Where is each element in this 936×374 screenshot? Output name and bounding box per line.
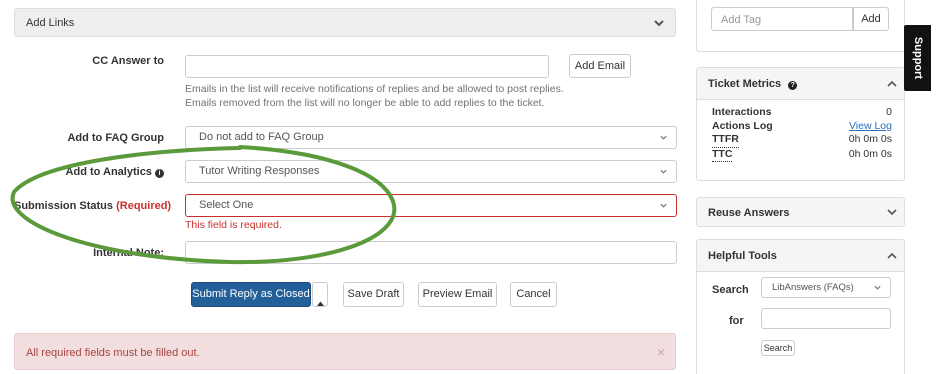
- chevron-down-icon[interactable]: [653, 17, 665, 29]
- metrics-row: TTFR 0h 0m 0s: [712, 133, 892, 148]
- metric-value: 0h 0m 0s: [848, 133, 892, 145]
- chevron-down-icon: [659, 167, 671, 179]
- add-email-button[interactable]: Add Email: [569, 54, 631, 78]
- submission-status-label: Submission Status: [14, 200, 114, 212]
- helpful-tools-panel: Helpful Tools Search LibAnswers (FAQs) f…: [696, 239, 905, 374]
- caret-up-icon: [317, 292, 324, 314]
- analytics-label-row: Add to Analytics i: [30, 166, 164, 178]
- internal-note-label: Internal Note:: [93, 247, 164, 259]
- faq-group-selected: Do not add to FAQ Group: [199, 131, 324, 143]
- info-circle-icon[interactable]: i: [155, 169, 164, 178]
- support-tab-label: Support: [911, 36, 924, 80]
- helpful-tools-title: Helpful Tools: [708, 250, 777, 262]
- tag-panel: Add Tag Add: [696, 0, 905, 52]
- cc-help-line-1: Emails in the list will receive notifica…: [185, 83, 564, 95]
- chevron-down-icon: [873, 283, 885, 295]
- cc-email-input[interactable]: [185, 55, 549, 78]
- add-links-panel[interactable]: Add Links: [14, 8, 676, 37]
- search-for-input[interactable]: [761, 308, 891, 329]
- metrics-list: Interactions 0 Actions Log View Log TTFR…: [712, 106, 892, 162]
- metrics-row: Actions Log View Log: [712, 120, 892, 134]
- analytics-label: Add to Analytics: [65, 166, 152, 178]
- chevron-down-icon[interactable]: [886, 206, 898, 218]
- view-log-link[interactable]: View Log: [849, 120, 892, 134]
- search-label: Search: [712, 284, 749, 296]
- close-icon[interactable]: ×: [657, 344, 665, 360]
- chevron-up-icon[interactable]: [886, 78, 898, 90]
- helpful-tools-header[interactable]: Helpful Tools: [697, 240, 904, 272]
- question-circle-icon[interactable]: ?: [788, 81, 798, 90]
- add-links-title: Add Links: [26, 17, 75, 29]
- analytics-select[interactable]: Tutor Writing Responses: [185, 160, 677, 183]
- required-marker: (Required): [116, 200, 172, 212]
- save-draft-button[interactable]: Save Draft: [343, 282, 404, 307]
- support-tab[interactable]: Support: [904, 25, 931, 91]
- metric-label: TTFR: [712, 133, 739, 148]
- analytics-selected: Tutor Writing Responses: [199, 165, 320, 177]
- add-tag-button[interactable]: Add: [853, 7, 889, 31]
- metric-value: 0h 0m 0s: [848, 147, 892, 160]
- metric-value: 0: [886, 106, 892, 118]
- submission-status-selected: Select One: [199, 199, 254, 211]
- reuse-answers-title: Reuse Answers: [708, 207, 790, 219]
- submission-status-error: This field is required.: [185, 219, 282, 231]
- cc-help-line-2: Emails removed from the list will no lon…: [185, 97, 545, 109]
- preview-email-button[interactable]: Preview Email: [418, 282, 497, 307]
- ticket-metrics-title: Ticket Metrics ?: [708, 78, 798, 90]
- add-tag-input[interactable]: Add Tag: [711, 7, 853, 31]
- chevron-up-icon[interactable]: [886, 250, 898, 262]
- ticket-metrics-header[interactable]: Ticket Metrics ?: [697, 68, 904, 100]
- reuse-answers-panel[interactable]: Reuse Answers: [696, 197, 905, 227]
- submit-options-toggle[interactable]: [312, 282, 328, 307]
- metric-label: Actions Log: [712, 119, 773, 132]
- metrics-row: TTC 0h 0m 0s: [712, 147, 892, 162]
- submission-status-select[interactable]: Select One: [185, 194, 677, 217]
- cancel-button[interactable]: Cancel: [510, 282, 557, 307]
- add-tag-placeholder: Add Tag: [721, 14, 762, 26]
- metrics-row: Interactions 0: [712, 106, 892, 120]
- faq-group-select[interactable]: Do not add to FAQ Group: [185, 126, 677, 149]
- alert-message: All required fields must be filled out.: [26, 347, 200, 359]
- internal-note-input[interactable]: [185, 241, 677, 264]
- submit-reply-closed-button[interactable]: Submit Reply as Closed: [191, 282, 311, 307]
- metric-label: Interactions: [712, 106, 772, 118]
- ticket-metrics-panel: Ticket Metrics ? Interactions 0 Actions …: [696, 67, 905, 181]
- required-fields-alert: All required fields must be filled out. …: [14, 333, 676, 370]
- chevron-down-icon: [659, 133, 671, 145]
- metric-label: TTC: [712, 148, 733, 162]
- search-button[interactable]: Search: [761, 340, 795, 356]
- for-label: for: [729, 315, 744, 327]
- cc-answer-label: CC Answer to: [92, 55, 164, 67]
- faq-group-label: Add to FAQ Group: [67, 132, 164, 144]
- chevron-down-icon: [659, 201, 671, 213]
- submission-status-label-row: Submission Status (Required): [14, 200, 171, 212]
- search-source-select[interactable]: LibAnswers (FAQs): [761, 277, 891, 298]
- ticket-metrics-title-text: Ticket Metrics: [708, 78, 782, 90]
- search-source-selected: LibAnswers (FAQs): [772, 282, 854, 293]
